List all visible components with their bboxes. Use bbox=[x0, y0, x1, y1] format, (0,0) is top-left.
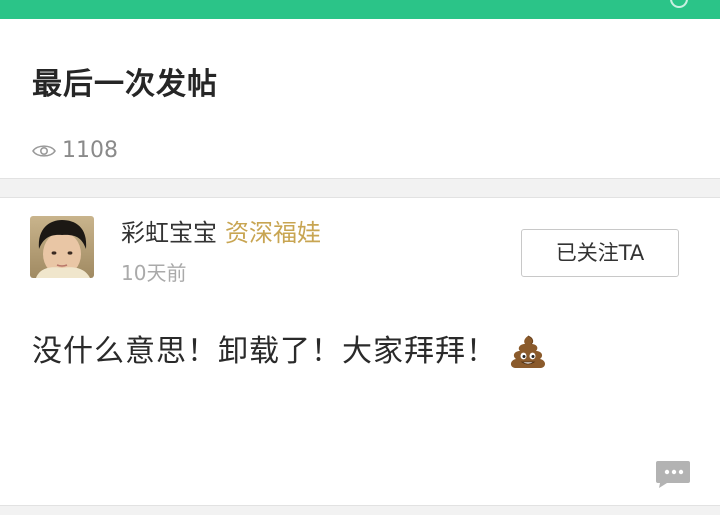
post-header: 最后一次发帖 1108 bbox=[0, 19, 720, 178]
post-content: 没什么意思！卸载了！大家拜拜！ bbox=[32, 332, 547, 372]
bottom-divider bbox=[0, 505, 720, 515]
author-name-row: 彩虹宝宝 资深福娃 bbox=[121, 218, 321, 248]
author-name[interactable]: 彩虹宝宝 bbox=[121, 219, 217, 247]
post-body: 彩虹宝宝 资深福娃 10天前 已关注TA 没什么意思！卸载了！大家拜拜！ bbox=[0, 198, 720, 505]
post-title: 最后一次发帖 bbox=[32, 67, 218, 102]
view-count: 1108 bbox=[62, 138, 118, 163]
section-divider bbox=[0, 178, 720, 198]
status-indicator-icon bbox=[670, 0, 688, 8]
top-status-bar bbox=[0, 0, 720, 19]
comment-bubble-icon[interactable] bbox=[654, 456, 692, 490]
view-count-row: 1108 bbox=[32, 137, 118, 165]
post-time: 10天前 bbox=[121, 261, 187, 285]
author-avatar[interactable] bbox=[30, 216, 94, 278]
author-badge: 资深福娃 bbox=[225, 219, 321, 247]
post-content-text: 没什么意思！卸载了！大家拜拜！ bbox=[32, 334, 497, 369]
follow-button[interactable]: 已关注TA bbox=[521, 229, 679, 277]
pile-of-poo-icon bbox=[510, 335, 546, 368]
eye-icon bbox=[32, 145, 56, 157]
